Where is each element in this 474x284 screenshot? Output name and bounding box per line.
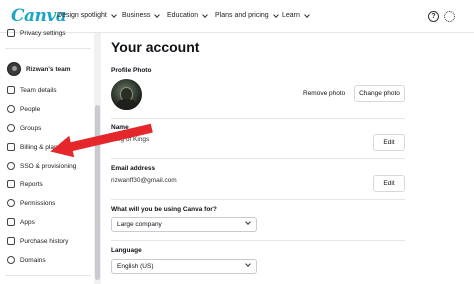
top-navigation: Canva Design spotlight Business Educatio… — [0, 0, 474, 33]
account-panel: Your account Profile Photo Remove photo … — [101, 33, 474, 284]
sidebar-item-label: People — [20, 105, 41, 113]
section-divider — [111, 240, 405, 241]
profile-avatar — [111, 79, 142, 110]
sidebar-item-label: Team details — [20, 86, 57, 94]
list-icon — [7, 86, 15, 94]
sidebar-item-sso-provisioning[interactable]: SSO & provisioning — [7, 159, 76, 173]
nav-learn[interactable]: Learn — [282, 11, 310, 19]
sidebar-item-label: Apps — [20, 218, 35, 226]
edit-name-button[interactable]: Edit — [373, 134, 405, 151]
nav-education[interactable]: Education — [167, 11, 208, 19]
remove-photo-button[interactable]: Remove photo — [303, 90, 345, 97]
chevron-down-icon — [245, 261, 251, 267]
chevron-down-icon — [202, 11, 208, 18]
nav-plans-and-pricing[interactable]: Plans and pricing — [215, 11, 279, 19]
sidebar-team-header[interactable]: Rizwan's team — [7, 62, 71, 76]
team-name: Rizwan's team — [26, 65, 71, 73]
bag-icon — [7, 237, 15, 245]
nav-label: Learn — [282, 12, 300, 19]
language-select[interactable]: English (US) — [111, 259, 257, 274]
language-label: Language — [111, 247, 142, 254]
lock-icon — [7, 29, 15, 37]
sidebar-item-people[interactable]: People — [7, 102, 40, 116]
nav-label: Design spotlight — [57, 12, 107, 19]
chevron-down-icon — [304, 11, 310, 18]
sidebar-item-label: Reports — [20, 180, 43, 188]
team-avatar — [7, 62, 21, 76]
gear-icon — [7, 162, 15, 170]
sidebar-item-label: SSO & provisioning — [20, 162, 77, 170]
chevron-down-icon — [110, 11, 117, 18]
usage-selected-value: Large company — [117, 221, 162, 228]
section-divider — [111, 118, 405, 119]
language-selected-value: English (US) — [117, 263, 154, 270]
sidebar-item-groups[interactable]: Groups — [7, 121, 41, 135]
profile-photo-label: Profile Photo — [111, 67, 152, 74]
groups-icon — [7, 124, 15, 132]
page-title: Your account — [111, 39, 200, 55]
nav-design-spotlight[interactable]: Design spotlight — [57, 11, 117, 19]
globe-icon — [7, 256, 15, 264]
sidebar-item-reports[interactable]: Reports — [7, 177, 43, 191]
sidebar-item-purchase-history[interactable]: Purchase history — [7, 234, 68, 248]
sidebar-item-permissions[interactable]: Permissions — [7, 196, 55, 210]
nav-label: Education — [167, 12, 199, 19]
email-label: Email address — [111, 165, 156, 172]
edit-email-button[interactable]: Edit — [373, 175, 405, 192]
sidebar-divider — [5, 48, 91, 49]
sidebar-item-label: Domains — [20, 256, 46, 264]
sidebar-item-team-details[interactable]: Team details — [7, 83, 57, 97]
gear-icon[interactable] — [444, 11, 455, 22]
sidebar-item-apps[interactable]: Apps — [7, 215, 35, 229]
nav-business[interactable]: Business — [122, 11, 161, 19]
sidebar-item-privacy-settings[interactable]: Privacy settings — [7, 26, 66, 40]
nav-label: Plans and pricing — [215, 12, 269, 19]
sidebar-scrollbar-thumb[interactable] — [95, 105, 100, 280]
sidebar-item-domains[interactable]: Domains — [7, 253, 46, 267]
chevron-down-icon — [154, 11, 161, 18]
sidebar-item-label: Groups — [20, 124, 42, 132]
section-divider — [111, 158, 405, 159]
help-icon[interactable]: ? — [428, 11, 439, 22]
apps-icon — [7, 218, 15, 226]
nav-label: Business — [122, 12, 151, 19]
card-icon — [7, 143, 15, 151]
check-circle-icon — [7, 199, 15, 207]
chart-icon — [7, 180, 15, 188]
change-photo-button[interactable]: Change photo — [354, 85, 405, 102]
sidebar-divider — [5, 275, 91, 276]
chevron-down-icon — [272, 11, 279, 18]
sidebar-item-label: Permissions — [20, 199, 56, 207]
usage-select[interactable]: Large company — [111, 217, 257, 232]
chevron-down-icon — [245, 219, 251, 225]
people-icon — [7, 105, 15, 113]
sidebar-item-label: Purchase history — [20, 237, 69, 245]
section-divider — [111, 199, 405, 200]
email-value: rizwanff30@gmail.com — [111, 177, 177, 184]
usage-label: What will you be using Canva for? — [111, 206, 217, 213]
sidebar-item-label: Privacy settings — [20, 29, 66, 37]
